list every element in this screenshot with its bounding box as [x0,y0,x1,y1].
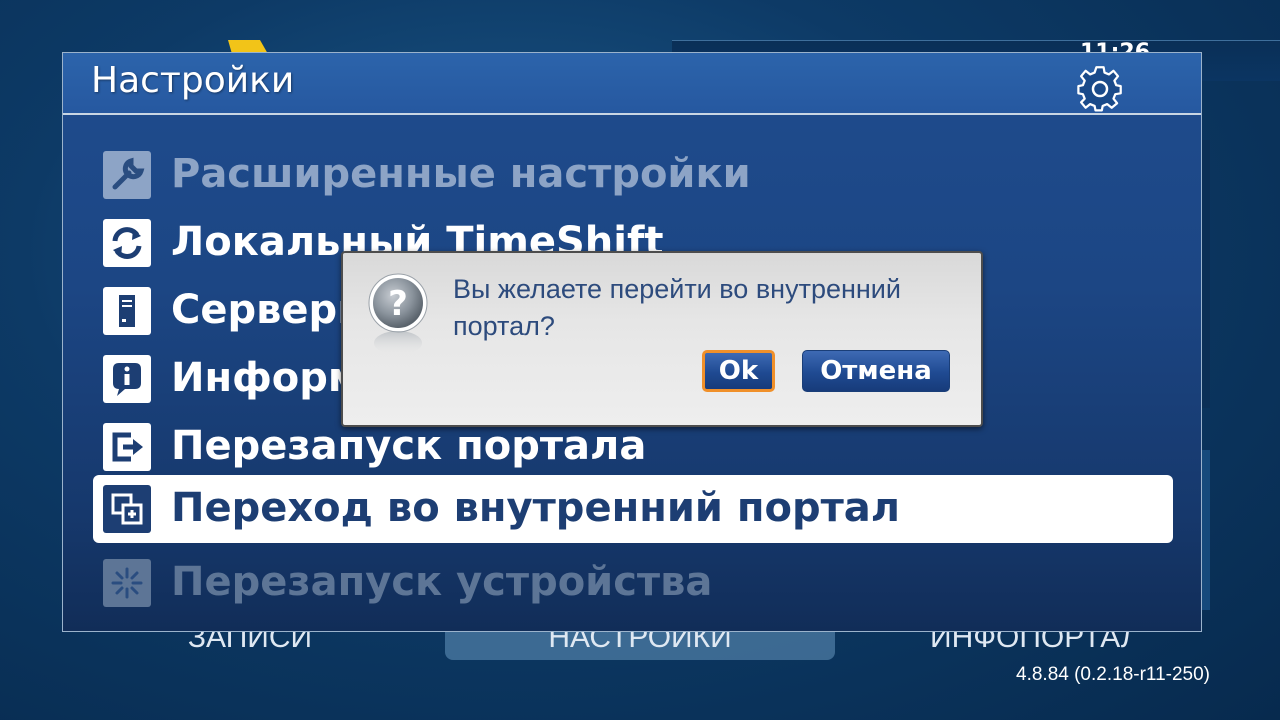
refresh-icon [103,219,151,267]
svg-text:?: ? [388,284,408,324]
gear-icon [1075,64,1125,114]
menu-item-label: Перезапуск портала [171,423,647,469]
exit-icon [103,423,151,471]
dialog-message: Вы желаете перейти во внутренний портал? [453,274,901,341]
firmware-version: 4.8.84 (0.2.18-r11-250) [1016,664,1210,685]
server-icon [103,287,151,335]
settings-header: Настройки [63,53,1201,115]
background-panel [1202,140,1210,408]
info-icon [103,355,151,403]
reboot-icon [103,559,151,607]
question-icon: ? [365,273,431,357]
menu-item-label: Переход во внутренний портал [171,485,901,531]
menu-item-advanced-settings[interactable]: Расширенные настройки [93,141,1173,209]
cancel-button[interactable]: Отмена [802,350,950,392]
menu-item-reboot-device[interactable]: Перезапуск устройства [93,549,1173,617]
page-title: Настройки [91,60,295,101]
wrench-icon [103,151,151,199]
menu-item-label: Расширенные настройки [171,151,751,197]
ok-button[interactable]: Ok [702,350,775,392]
background-panel [1202,450,1210,610]
confirm-dialog: ? Вы желаете перейти во внутренний порта… [341,251,983,427]
portal-switch-icon [103,485,151,533]
menu-item-internal-portal[interactable]: Переход во внутренний портал [93,475,1173,543]
menu-item-label: Перезапуск устройства [171,559,713,605]
